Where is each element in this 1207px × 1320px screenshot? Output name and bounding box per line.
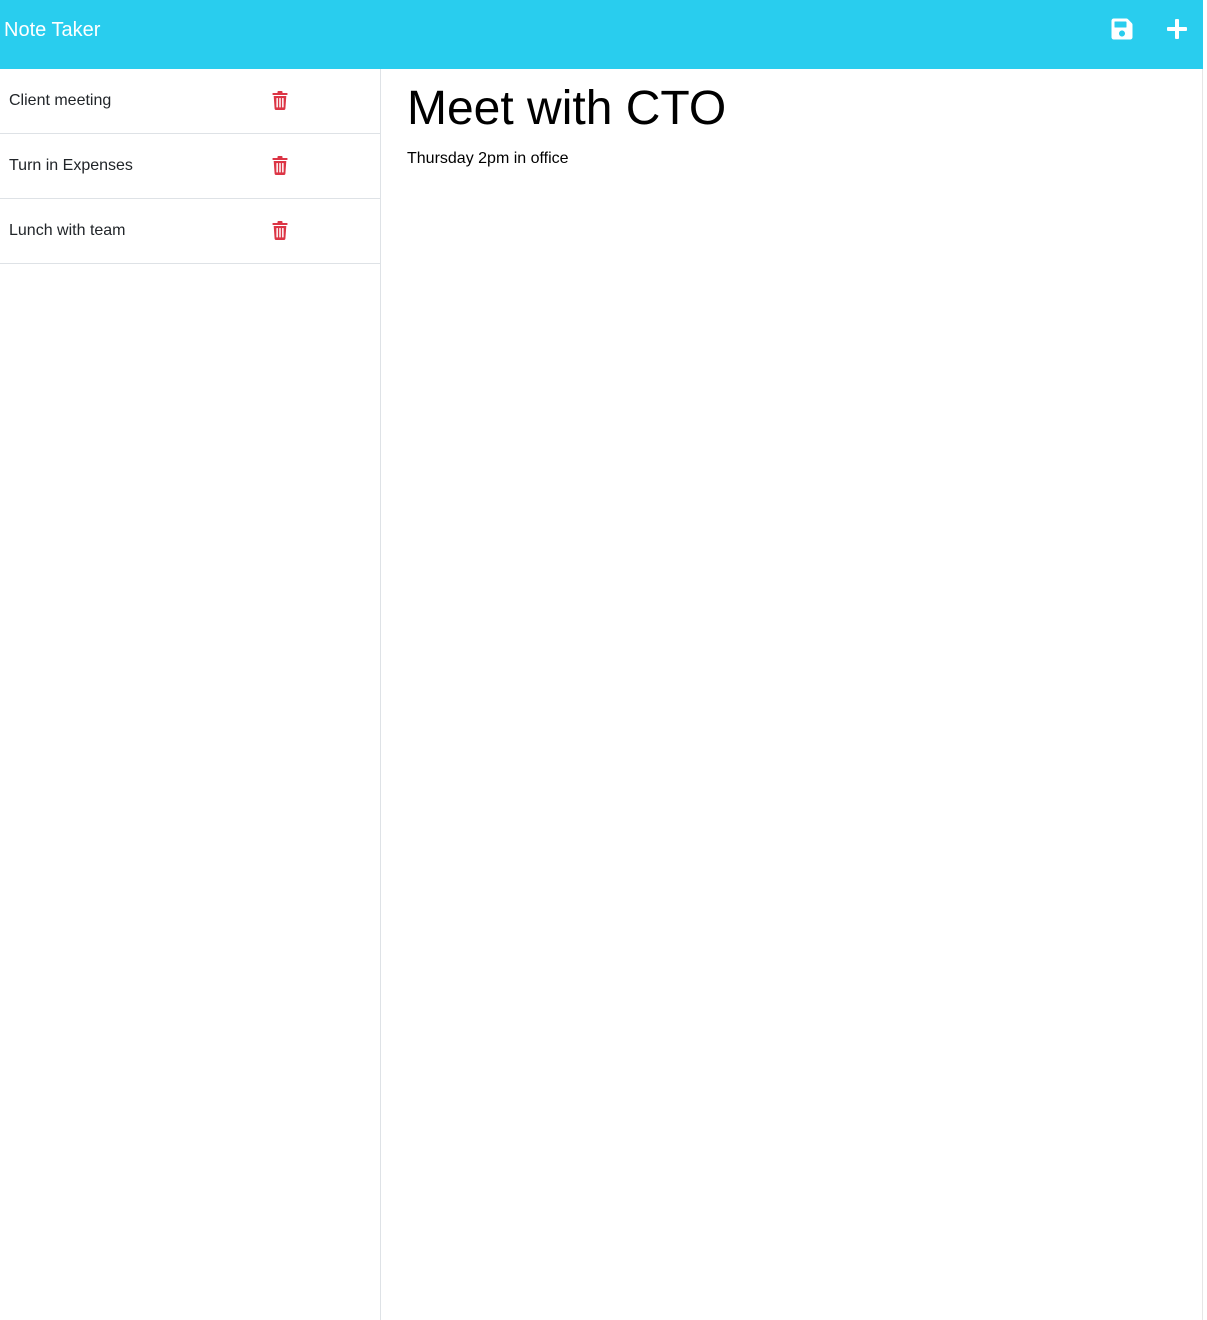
delete-note-icon[interactable] — [272, 156, 288, 175]
delete-note-icon[interactable] — [272, 91, 288, 110]
save-note-icon[interactable] — [1110, 17, 1134, 41]
notes-sidebar: Client meeting Turn in Expenses Lunch wi… — [0, 69, 381, 1320]
new-note-icon[interactable] — [1165, 17, 1189, 41]
delete-note-icon[interactable] — [272, 221, 288, 240]
note-list-title[interactable]: Turn in Expenses — [9, 156, 133, 176]
note-title-input[interactable] — [407, 81, 1187, 137]
note-list-title[interactable]: Client meeting — [9, 91, 111, 111]
top-navbar: Note Taker — [0, 0, 1203, 69]
note-list: Client meeting Turn in Expenses Lunch wi… — [0, 69, 380, 264]
plus-icon — [1167, 19, 1187, 39]
trash-icon — [272, 221, 288, 240]
list-item[interactable]: Lunch with team — [0, 199, 380, 264]
floppy-disk-icon — [1111, 18, 1133, 40]
app-title[interactable]: Note Taker — [4, 17, 100, 43]
list-item[interactable]: Turn in Expenses — [0, 134, 380, 199]
trash-icon — [272, 91, 288, 110]
list-item[interactable]: Client meeting — [0, 69, 380, 134]
note-taker-app: Note Taker Client meeting Turn in Expens… — [0, 0, 1207, 1320]
note-list-title[interactable]: Lunch with team — [9, 221, 126, 241]
note-text-area[interactable]: Thursday 2pm in office — [407, 148, 1187, 1298]
note-editor: Thursday 2pm in office — [381, 69, 1203, 1320]
trash-icon — [272, 156, 288, 175]
